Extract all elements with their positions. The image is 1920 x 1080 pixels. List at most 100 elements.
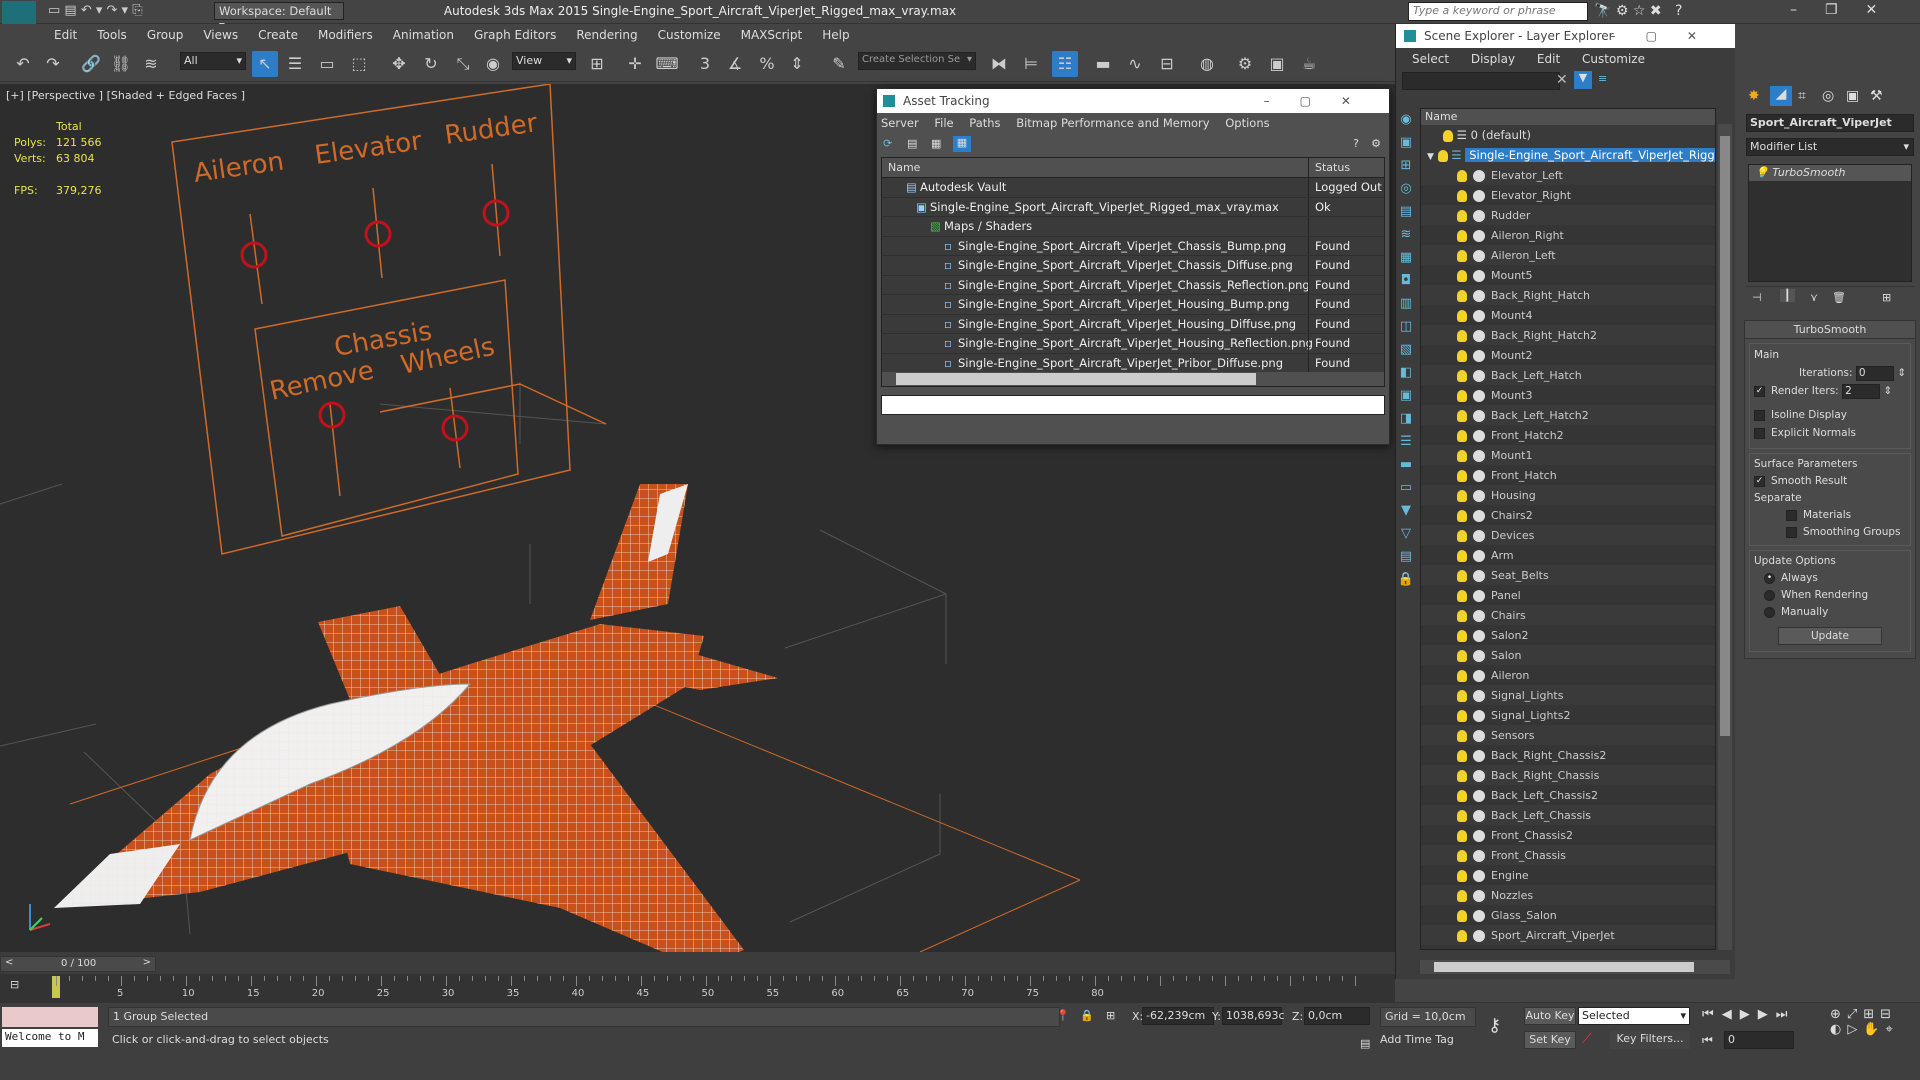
materials-checkbox[interactable] xyxy=(1786,509,1797,521)
scene-object-row[interactable]: Back_Left_Chassis2 xyxy=(1421,785,1715,805)
x-coordinate-field[interactable]: -62,239cm xyxy=(1142,1007,1214,1025)
menu-rendering[interactable]: Rendering xyxy=(566,24,647,42)
scene-object-row[interactable]: Elevator_Right xyxy=(1421,185,1715,205)
isolate-icon[interactable]: 📍 xyxy=(1056,1009,1070,1022)
smooth-result-checkbox[interactable]: ✓ xyxy=(1754,475,1765,487)
select-manipulate-icon[interactable]: ✛ xyxy=(622,51,648,77)
light-bulb-icon[interactable] xyxy=(1457,809,1467,822)
scene-object-row[interactable]: Back_Right_Chassis2 xyxy=(1421,745,1715,765)
asset-menu-paths[interactable]: Paths xyxy=(969,116,1000,130)
scene-object-row[interactable]: Back_Left_Chassis xyxy=(1421,805,1715,825)
light-bulb-icon[interactable] xyxy=(1457,589,1467,602)
move-icon[interactable]: ✥ xyxy=(386,51,412,77)
thumbnail-view-icon[interactable]: ▦ xyxy=(931,137,941,150)
light-bulb-icon[interactable] xyxy=(1457,449,1467,462)
set-key-icon[interactable]: ⟋ xyxy=(1582,1031,1592,1047)
ribbon-icon[interactable]: ▬ xyxy=(1090,51,1116,77)
schematic-view-icon[interactable]: ⊟ xyxy=(1154,51,1180,77)
scene-explorer[interactable]: Scene Explorer - Layer Explorer –▢✕ Sele… xyxy=(1395,24,1735,979)
scene-object-row[interactable]: Mount1 xyxy=(1421,445,1715,465)
refresh-icon[interactable]: ⟳ xyxy=(883,137,892,150)
airplane-model[interactable] xyxy=(54,484,778,952)
menu-create[interactable]: Create xyxy=(248,24,308,42)
light-bulb-icon[interactable] xyxy=(1457,669,1467,682)
display-filter-icons[interactable]: ◉ ▣ ⊞ ◎ ▤ ≋ ▦ ◘ ▥ ◫ ▧ ◧ ▣ ◨ ☰ ▬ ▭ ▼ ▽ ▤ 🔒 xyxy=(1396,108,1416,591)
scene-object-row[interactable]: Nozzles xyxy=(1421,885,1715,905)
scene-object-row[interactable]: Front_Hatch2 xyxy=(1421,425,1715,445)
window-crossing-icon[interactable]: ⬚ xyxy=(346,51,372,77)
scene-object-row[interactable]: Housing xyxy=(1421,485,1715,505)
add-time-tag[interactable]: Add Time Tag xyxy=(1380,1033,1454,1046)
unlink-icon[interactable]: ⛓ xyxy=(108,51,134,77)
light-bulb-icon[interactable] xyxy=(1457,249,1467,262)
light-bulb-icon[interactable] xyxy=(1457,269,1467,282)
menu-help[interactable]: Help xyxy=(812,24,859,42)
scene-object-row[interactable]: Back_Left_Hatch xyxy=(1421,365,1715,385)
z-coordinate-field[interactable]: 0,0cm xyxy=(1304,1007,1370,1025)
motion-tab-icon[interactable]: ◎ xyxy=(1822,88,1834,104)
menu-customize[interactable]: Customize xyxy=(648,24,731,42)
maxscript-listener-area[interactable] xyxy=(2,1007,98,1027)
layer-explorer-icon[interactable]: ☷ xyxy=(1052,51,1078,77)
clear-search-icon[interactable]: ✕ xyxy=(1556,72,1568,88)
render-frame-icon[interactable]: ▣ xyxy=(1264,51,1290,77)
light-bulb-icon[interactable] xyxy=(1457,209,1467,222)
scene-vscrollbar[interactable] xyxy=(1718,124,1732,950)
light-bulb-icon[interactable] xyxy=(1457,769,1467,782)
update-button[interactable]: Update xyxy=(1778,627,1882,645)
spinner-snap-icon[interactable]: ⇕ xyxy=(784,51,810,77)
angle-snap-icon[interactable]: ∡ xyxy=(722,51,748,77)
light-bulb-icon[interactable] xyxy=(1457,169,1467,182)
col-status[interactable]: Status xyxy=(1308,158,1350,178)
scene-find-input[interactable] xyxy=(1402,72,1560,90)
render-production-icon[interactable]: ☕ xyxy=(1296,51,1322,77)
scene-window-controls[interactable]: –▢✕ xyxy=(1610,24,1727,48)
scene-object-row[interactable]: Aileron_Right xyxy=(1421,225,1715,245)
edit-named-sel-icon[interactable]: ✎ xyxy=(826,51,852,77)
ref-coord-dropdown[interactable]: View ▾ xyxy=(512,52,576,70)
scene-col-name[interactable]: Name xyxy=(1421,109,1715,125)
light-bulb-icon[interactable] xyxy=(1457,609,1467,622)
when-rendering-radio[interactable] xyxy=(1764,589,1775,601)
scene-object-row[interactable]: Front_Hatch xyxy=(1421,465,1715,485)
selection-filter-dropdown[interactable]: All ▾ xyxy=(180,52,246,70)
scene-object-row[interactable]: Panel xyxy=(1421,585,1715,605)
layer-add-icon[interactable]: ≡ xyxy=(1598,72,1607,85)
undo-icon[interactable]: ↶ xyxy=(10,51,36,77)
light-bulb-icon[interactable] xyxy=(1457,189,1467,202)
show-end-result-icon[interactable]: ┃ xyxy=(1780,289,1795,302)
light-bulb-icon[interactable] xyxy=(1457,289,1467,302)
asset-row[interactable]: ▫ Single-Engine_Sport_Aircraft_ViperJet_H… xyxy=(882,314,1384,334)
scene-object-row[interactable]: Rudder xyxy=(1421,205,1715,225)
menu-group[interactable]: Group xyxy=(137,24,194,42)
col-name[interactable]: Name xyxy=(882,161,920,174)
light-bulb-icon[interactable] xyxy=(1457,789,1467,802)
remove-modifier-icon[interactable]: 🗑 xyxy=(1832,291,1846,304)
scene-object-row[interactable]: Back_Right_Chassis xyxy=(1421,765,1715,785)
options-icon[interactable]: ⚙ xyxy=(1371,137,1381,150)
menu-graph-editors[interactable]: Graph Editors xyxy=(464,24,566,42)
asset-row[interactable]: ▧ Maps / Shaders xyxy=(882,217,1384,237)
scene-object-row[interactable]: Back_Right_Hatch xyxy=(1421,285,1715,305)
hierarchy-tab-icon[interactable]: ⌗ xyxy=(1798,88,1806,104)
modifier-stack[interactable]: 💡 TurboSmooth xyxy=(1748,164,1912,282)
render-setup-icon[interactable]: ⚙ xyxy=(1232,51,1258,77)
light-bulb-icon[interactable] xyxy=(1457,469,1467,482)
utilities-tab-icon[interactable]: ⚒ xyxy=(1870,88,1883,104)
light-bulb-icon[interactable] xyxy=(1457,849,1467,862)
redo-icon[interactable]: ↷ xyxy=(40,51,66,77)
set-key-button[interactable]: Set Key xyxy=(1524,1031,1576,1049)
scene-menu-customize[interactable]: Customize xyxy=(1582,52,1645,66)
light-bulb-icon[interactable] xyxy=(1457,929,1467,942)
asset-row[interactable]: ▫ Single-Engine_Sport_Aircraft_ViperJet_P… xyxy=(882,353,1384,373)
place-icon[interactable]: ◉ xyxy=(480,51,506,77)
scene-object-row[interactable]: Back_Left_Hatch2 xyxy=(1421,405,1715,425)
explicit-normals-checkbox[interactable] xyxy=(1754,427,1765,439)
asset-row[interactable]: ▫ Single-Engine_Sport_Aircraft_ViperJet_H… xyxy=(882,295,1384,315)
object-name-field[interactable]: Sport_Aircraft_ViperJet xyxy=(1746,114,1914,132)
key-mode-dropdown[interactable]: Selected ▾ xyxy=(1578,1007,1690,1025)
light-bulb-icon[interactable] xyxy=(1457,689,1467,702)
scene-object-row[interactable]: Mount4 xyxy=(1421,305,1715,325)
goto-start-icon[interactable]: ⏮ xyxy=(1702,1033,1713,1048)
render-iters-spinner[interactable]: 2 xyxy=(1842,383,1881,399)
